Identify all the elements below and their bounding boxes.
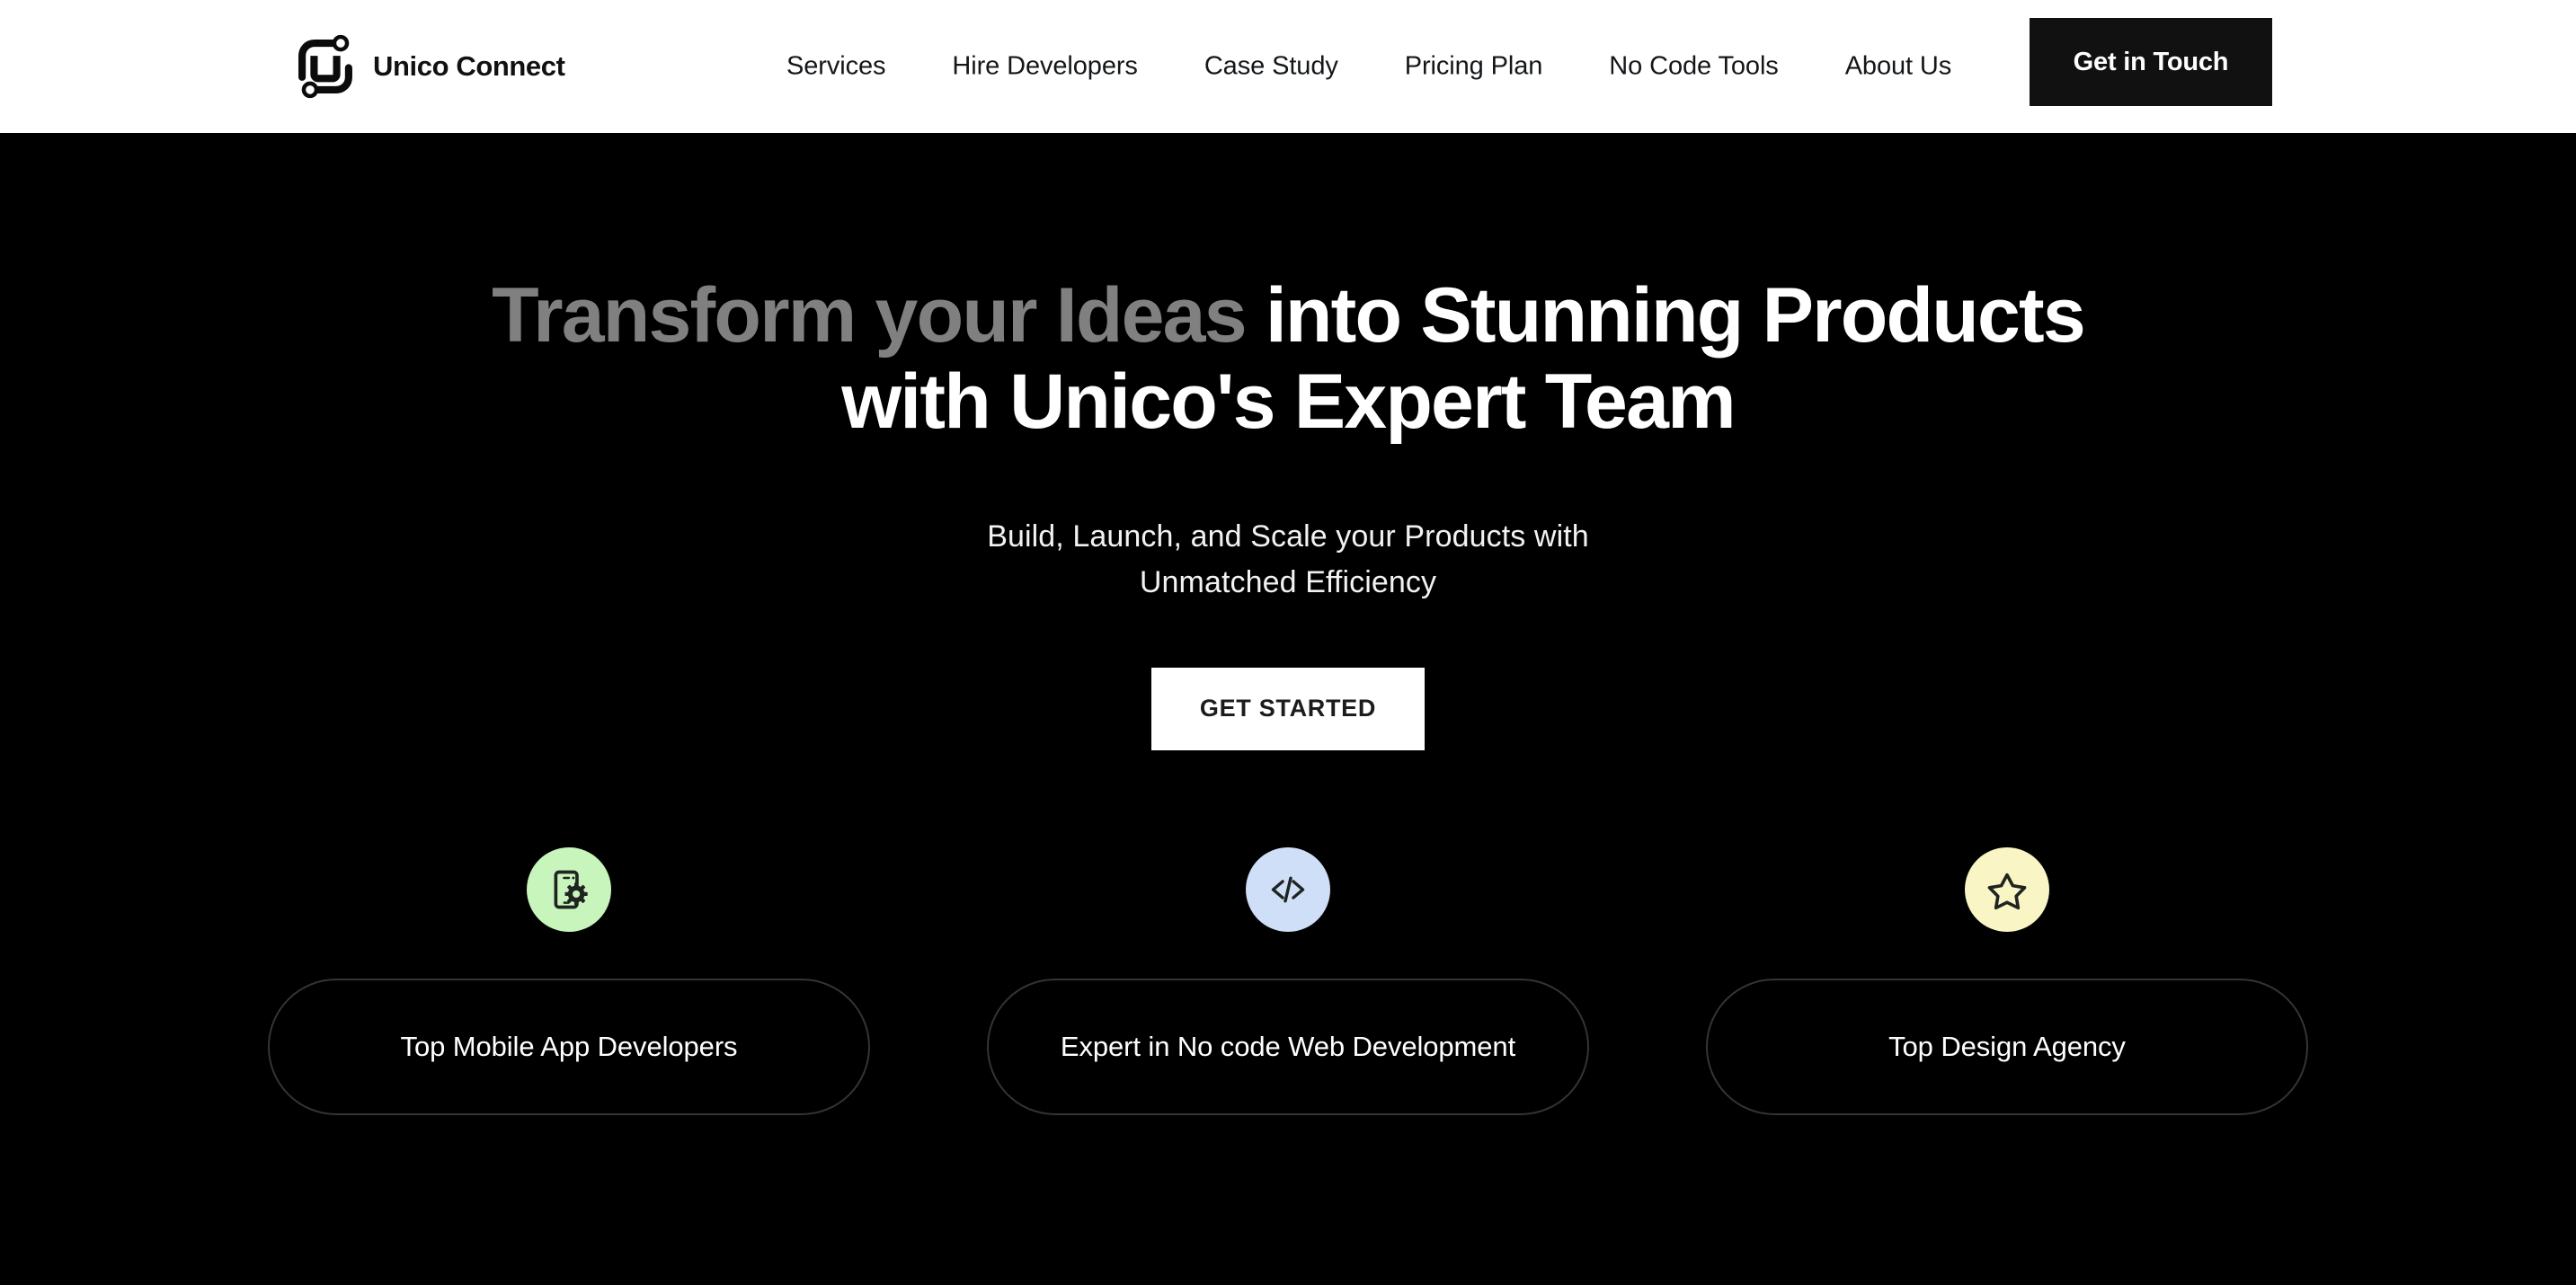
nav-item-about-us[interactable]: About Us [1812, 52, 1985, 82]
nav-item-services[interactable]: Services [753, 52, 919, 82]
mobile-gear-icon [554, 870, 588, 909]
badge-pill-top-design-agency[interactable]: Top Design Agency [1706, 978, 2308, 1115]
nav-item-case-study[interactable]: Case Study [1171, 52, 1372, 82]
badge-pill-expert-no-code-web-development[interactable]: Expert in No code Web Development [987, 978, 1589, 1115]
badge-top-mobile-app-developers: Top Mobile App Developers [268, 846, 870, 1115]
nav-item-pricing-plan[interactable]: Pricing Plan [1372, 52, 1577, 82]
site-header: Unico Connect Services Hire Developers C… [0, 0, 2576, 133]
get-in-touch-button[interactable]: Get in Touch [2030, 18, 2272, 106]
badge-pill-top-mobile-app-developers[interactable]: Top Mobile App Developers [268, 978, 870, 1115]
nav-item-hire-developers[interactable]: Hire Developers [919, 52, 1170, 82]
code-brackets-icon [1271, 876, 1305, 903]
brand-name: Unico Connect [373, 50, 565, 82]
hero-headline: Transform your Ideas into Stunning Produ… [434, 272, 2142, 446]
brand-logo-link[interactable]: Unico Connect [292, 33, 565, 100]
star-outline-icon [1987, 873, 2027, 910]
hero-headline-muted: Transform your Ideas [492, 272, 1247, 359]
get-started-button[interactable]: GET STARTED [1151, 667, 1425, 750]
hero-subtitle-line-2: Unmatched Efficiency [1139, 565, 1437, 600]
badge-icon-circle-yellow [1965, 846, 2049, 932]
badge-icon-circle-blue [1246, 846, 1330, 932]
hero-subtitle-line-1: Build, Launch, and Scale your Products w… [987, 518, 1589, 554]
badge-expert-no-code-web-development: Expert in No code Web Development [987, 846, 1589, 1115]
badge-top-design-agency: Top Design Agency [1706, 846, 2308, 1115]
primary-navigation: Services Hire Developers Case Study Pric… [753, 52, 1985, 82]
badge-icon-circle-green [527, 846, 611, 932]
hero-section: Transform your Ideas into Stunning Produ… [0, 133, 2576, 1285]
badge-row: Top Mobile App Developers Expert in No c… [268, 846, 2308, 1115]
nav-item-no-code-tools[interactable]: No Code Tools [1576, 52, 1811, 82]
hero-subtitle: Build, Launch, and Scale your Products w… [987, 514, 1589, 607]
unico-connect-logo-icon [298, 34, 352, 99]
